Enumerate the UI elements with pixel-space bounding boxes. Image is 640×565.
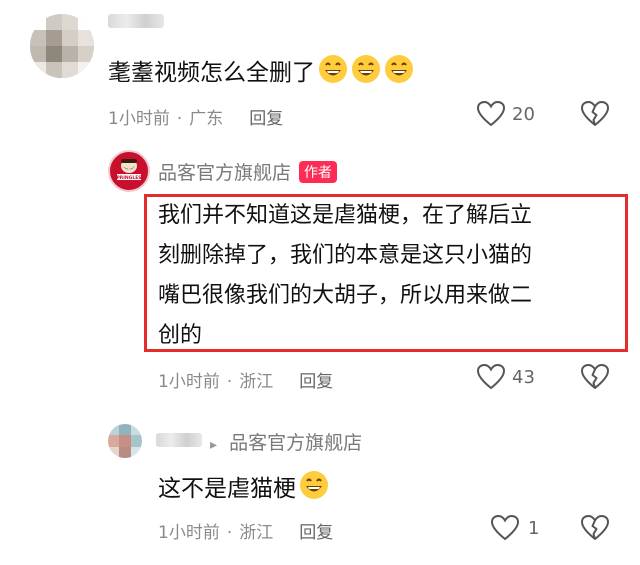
username-blurred [156, 433, 202, 447]
heart-outline-icon [490, 514, 520, 541]
dislike-button[interactable] [580, 100, 610, 132]
reply-button[interactable]: 回复 [299, 523, 333, 543]
heart-outline-icon [476, 363, 506, 390]
like-button[interactable]: 20 [476, 100, 535, 128]
brand-reply-text: 我们并不知道这是虐猫梗，在了解后立 刻删除掉了，我们的本意是这只小猫的 嘴巴很像… [158, 203, 533, 348]
timestamp: 1小时前 [158, 523, 220, 543]
timestamp: 1小时前 [158, 372, 220, 392]
comment-text: 耄耋视频怎么全删了 [108, 54, 414, 94]
brand-reply-meta: 1小时前 · 浙江 回复 [158, 372, 334, 392]
dislike-button[interactable] [580, 514, 610, 546]
dislike-button[interactable] [580, 363, 610, 395]
author-badge: 作者 [299, 161, 338, 183]
username-blurred [108, 14, 164, 28]
pringles-logo-icon: PRINGLES [111, 153, 147, 189]
brand-username-line: 品客官方旗舰店 作者 [158, 158, 338, 185]
location: 广东 [189, 109, 224, 129]
heart-outline-icon [476, 100, 506, 127]
brand-avatar[interactable]: PRINGLES [108, 150, 150, 192]
reply-arrow-icon: ▸ [210, 437, 218, 453]
grinning-face-emoji [351, 54, 381, 94]
comment-text: 这不是虐猫梗 [158, 470, 329, 510]
like-button[interactable]: 43 [476, 363, 535, 391]
broken-heart-icon [581, 515, 609, 540]
reply-button[interactable]: 回复 [299, 372, 333, 392]
like-count: 43 [512, 366, 535, 388]
reply-to-line: ▸ 品客官方旗舰店 [210, 428, 362, 455]
grinning-face-emoji [318, 54, 348, 94]
timestamp: 1小时前 [108, 109, 170, 129]
svg-text:PRINGLES: PRINGLES [116, 175, 141, 181]
grinning-face-emoji [384, 54, 414, 94]
location: 浙江 [239, 523, 274, 543]
like-count: 1 [528, 517, 540, 539]
broken-heart-icon [581, 101, 609, 126]
like-count: 20 [512, 103, 535, 125]
reply-button[interactable]: 回复 [249, 109, 283, 129]
broken-heart-icon [581, 364, 609, 389]
location: 浙江 [239, 372, 274, 392]
reply-to-username[interactable]: 品客官方旗舰店 [229, 432, 362, 454]
brand-username[interactable]: 品客官方旗舰店 [158, 162, 291, 184]
like-button[interactable]: 1 [490, 514, 539, 542]
comment-meta: 1小时前 · 广东 回复 [108, 109, 284, 129]
nested-reply-meta: 1小时前 · 浙江 回复 [158, 523, 334, 543]
avatar[interactable] [108, 424, 142, 458]
grinning-face-emoji [299, 470, 329, 510]
avatar[interactable] [30, 14, 94, 78]
